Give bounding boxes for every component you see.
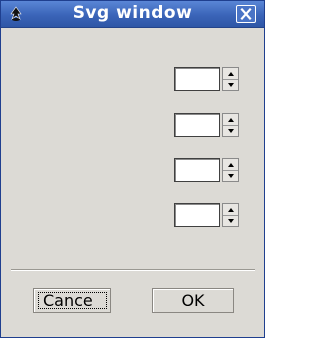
spinbox-4-arrows: [222, 203, 239, 227]
spinbox-4-down-button[interactable]: [223, 215, 238, 226]
spinbox-1-arrows: [222, 67, 239, 91]
window-title: Svg window: [72, 3, 193, 23]
spinbox-2-arrows: [222, 113, 239, 137]
spinbox-3-input[interactable]: [174, 158, 220, 182]
close-icon: [240, 7, 252, 21]
spinbox-4: [174, 203, 240, 227]
ok-button[interactable]: OK: [152, 288, 234, 313]
spinbox-2-down-button[interactable]: [223, 125, 238, 136]
arrow-up-icon: [227, 162, 234, 167]
spinbox-2-input[interactable]: [174, 113, 220, 137]
spinbox-2: [174, 113, 240, 137]
ok-button-label: OK: [181, 291, 205, 310]
spinbox-3-arrows: [222, 158, 239, 182]
spinbox-1-down-button[interactable]: [223, 79, 238, 90]
close-button[interactable]: [236, 5, 256, 23]
spinbox-3: [174, 158, 240, 182]
spinbox-4-input[interactable]: [174, 203, 220, 227]
arrow-up-icon: [227, 117, 234, 122]
spinbox-3-down-button[interactable]: [223, 170, 238, 181]
arrow-down-icon: [227, 82, 234, 87]
arrow-down-icon: [227, 173, 234, 178]
arrow-up-icon: [227, 71, 234, 76]
arrow-down-icon: [227, 218, 234, 223]
arrow-down-icon: [227, 128, 234, 133]
separator: [11, 269, 255, 271]
cancel-button[interactable]: Cance: [33, 288, 111, 313]
spinbox-1-input[interactable]: [174, 67, 220, 91]
dialog-body: Cance OK: [1, 28, 264, 337]
spinbox-1: [174, 67, 240, 91]
svg-window: Svg window Cance OK: [0, 0, 265, 338]
title-bar[interactable]: Svg window: [1, 1, 264, 28]
arrow-up-icon: [227, 207, 234, 212]
focus-indicator: [38, 292, 107, 309]
